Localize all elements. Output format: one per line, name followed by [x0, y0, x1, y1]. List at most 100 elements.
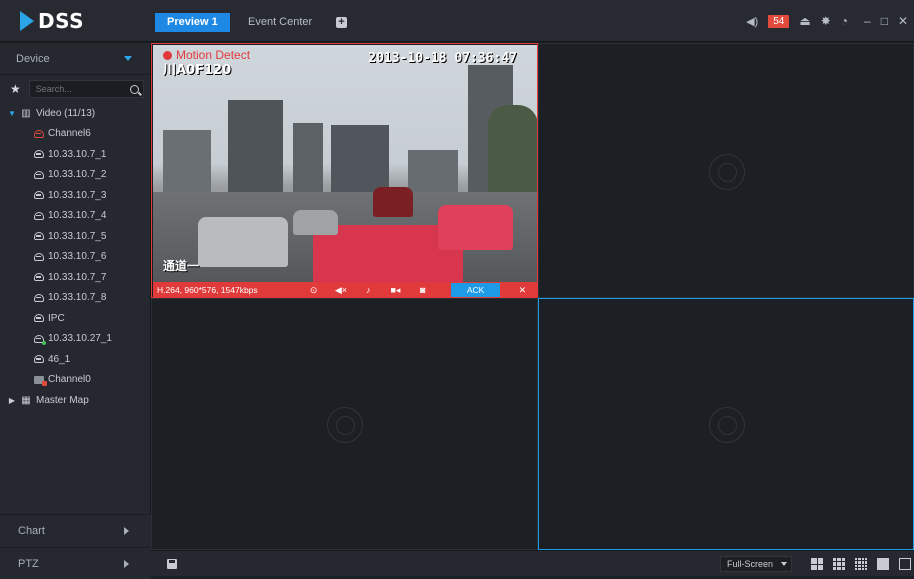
chart-panel-header[interactable]: Chart: [0, 514, 151, 546]
video-pane-3[interactable]: [151, 298, 538, 550]
channel-label: 10.33.10.7_6: [48, 251, 107, 263]
minimize-icon[interactable]: –: [864, 14, 871, 28]
live-video: Motion Detect 川A0F120 2013-10-18 07:36:4…: [153, 45, 537, 282]
gear-icon[interactable]: ✸: [821, 14, 831, 28]
logo-text: DSS: [38, 9, 85, 33]
empty-pane-reel-icon: [327, 407, 363, 443]
mute-icon[interactable]: ◀×: [330, 285, 351, 296]
device-tree: ▼ ▥ Video (11/13) Channel6 10.33.10.7_1 …: [0, 103, 150, 411]
speed-gauge-icon[interactable]: ◔: [841, 14, 848, 28]
sidebar: Device ★ ▼ ▥ Video (11/13) Channel6 10.3…: [0, 43, 151, 579]
save-view-icon[interactable]: [167, 559, 177, 569]
layout-4x4-icon[interactable]: [855, 558, 867, 570]
video-building: [293, 123, 323, 203]
top-right-controls: ◀) 54 ⏏ ✸ ◔ – □ ✕: [746, 14, 908, 28]
device-panel-header[interactable]: Device: [0, 43, 150, 75]
ptz-panel-header[interactable]: PTZ: [0, 547, 151, 579]
user-icon[interactable]: ⏏: [799, 14, 810, 28]
maximize-icon[interactable]: □: [881, 14, 888, 28]
playback-icon[interactable]: ⊙: [303, 285, 324, 296]
channel-label: 10.33.10.7_1: [48, 148, 107, 160]
app-logo: DSS: [20, 9, 84, 33]
expand-caret-icon[interactable]: ▶: [6, 396, 18, 405]
tree-node-label: Master Map: [36, 394, 89, 406]
tree-node-master-map[interactable]: ▶ ▦ Master Map: [6, 390, 150, 411]
channel-label: 10.33.10.7_3: [48, 189, 107, 201]
video-grid: Motion Detect 川A0F120 2013-10-18 07:36:4…: [151, 43, 914, 550]
ack-button[interactable]: ACK: [451, 283, 500, 297]
camera-icon: [34, 252, 44, 261]
layout-2x2-icon[interactable]: [811, 558, 823, 570]
search-icon[interactable]: [130, 84, 139, 94]
tree-channel-item[interactable]: Channel0: [34, 370, 150, 391]
osd-timestamp: 2013-10-18 07:36:47: [368, 51, 517, 66]
map-icon: ▦: [21, 394, 31, 406]
tree-channel-item[interactable]: 10.33.10.7_6: [34, 247, 150, 268]
camera-recording-icon: [34, 334, 46, 345]
chevron-down-icon[interactable]: [781, 562, 788, 566]
video-car: [438, 205, 513, 250]
tree-channel-item[interactable]: 10.33.10.7_3: [34, 185, 150, 206]
video-pane-4[interactable]: [538, 298, 914, 550]
video-group-icon: ▥: [21, 107, 31, 119]
chevron-down-icon[interactable]: [124, 56, 132, 61]
channel-label: Channel0: [48, 374, 91, 386]
camera-icon: [34, 293, 44, 302]
video-car: [293, 210, 338, 235]
fullscreen-icon[interactable]: [899, 558, 911, 570]
tree-channel-item[interactable]: 10.33.10.7_8: [34, 288, 150, 309]
channel-label: Channel6: [48, 128, 91, 140]
osd-plate-id: 川A0F120: [163, 63, 232, 78]
tree-channel-item[interactable]: 10.33.10.27_1: [34, 329, 150, 350]
channel-list: Channel6 10.33.10.7_1 10.33.10.7_2 10.33…: [6, 124, 150, 391]
chevron-right-icon[interactable]: [124, 559, 129, 568]
record-icon[interactable]: ■◂: [385, 285, 406, 296]
custom-layout-icon[interactable]: [877, 558, 889, 570]
favorite-star-icon[interactable]: ★: [10, 82, 21, 96]
add-tab-icon[interactable]: +: [336, 17, 347, 28]
tree-channel-item[interactable]: Channel6: [34, 124, 150, 145]
channel-label: 10.33.10.7_4: [48, 210, 107, 222]
video-car: [198, 217, 288, 267]
alarm-sound-icon[interactable]: ◀): [746, 15, 758, 28]
channel-label: 10.33.10.7_8: [48, 292, 107, 304]
microphone-icon[interactable]: ♪: [358, 285, 379, 295]
alarm-count-badge[interactable]: 54: [768, 14, 790, 28]
tab-preview-1[interactable]: Preview 1: [155, 13, 230, 32]
channel-label: 10.33.10.27_1: [48, 333, 112, 345]
camera-offline-icon: [34, 375, 47, 386]
tree-channel-item[interactable]: IPC: [34, 308, 150, 329]
ptz-panel-title: PTZ: [18, 557, 39, 570]
camera-icon: [34, 232, 44, 241]
tree-channel-item[interactable]: 10.33.10.7_1: [34, 144, 150, 165]
close-pane-icon[interactable]: ✕: [512, 285, 533, 296]
tree-node-video[interactable]: ▼ ▥ Video (11/13): [6, 103, 150, 124]
channel-label: IPC: [48, 312, 65, 324]
chevron-right-icon[interactable]: [124, 526, 129, 535]
tree-channel-item[interactable]: 10.33.10.7_7: [34, 267, 150, 288]
channel-label: 10.33.10.7_5: [48, 230, 107, 242]
device-panel-title: Device: [16, 52, 50, 65]
layout-switcher: [811, 558, 911, 570]
search-box[interactable]: [28, 80, 144, 98]
close-icon[interactable]: ✕: [898, 14, 908, 28]
video-truck: [373, 187, 413, 217]
tree-channel-item[interactable]: 10.33.10.7_2: [34, 165, 150, 186]
snapshot-icon[interactable]: ◙: [412, 285, 433, 295]
video-building: [163, 130, 211, 200]
fullscreen-select[interactable]: Full-Screen: [720, 556, 793, 572]
camera-alarm-icon: [34, 129, 44, 138]
search-input[interactable]: [35, 84, 116, 94]
tree-channel-item[interactable]: 10.33.10.7_5: [34, 226, 150, 247]
search-row: ★: [0, 75, 150, 103]
video-pane-2[interactable]: [538, 43, 914, 298]
channel-label: 46_1: [48, 353, 71, 365]
video-pane-1[interactable]: Motion Detect 川A0F120 2013-10-18 07:36:4…: [151, 43, 538, 298]
chart-panel-title: Chart: [18, 524, 45, 537]
camera-icon: [34, 170, 44, 179]
tab-event-center[interactable]: Event Center: [236, 13, 324, 32]
expand-caret-icon[interactable]: ▼: [6, 109, 18, 118]
tree-channel-item[interactable]: 10.33.10.7_4: [34, 206, 150, 227]
tree-channel-item[interactable]: 46_1: [34, 349, 150, 370]
layout-3x3-icon[interactable]: [833, 558, 845, 570]
